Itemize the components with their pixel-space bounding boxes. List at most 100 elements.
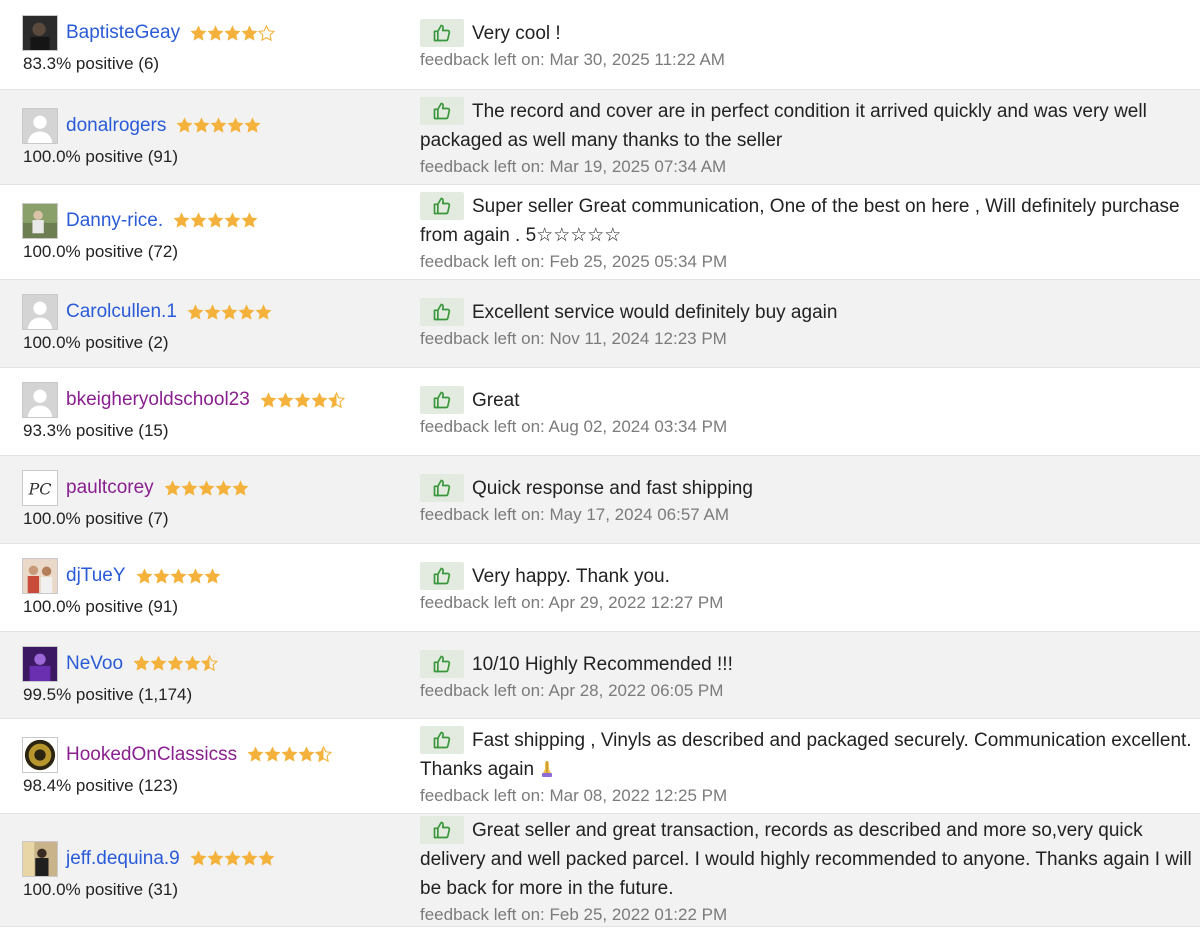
positive-percentage: 100.0% positive (72)	[23, 241, 178, 261]
star-icon	[184, 655, 201, 671]
feedback-comment-text: 10/10 Highly Recommended !!!	[472, 653, 733, 675]
thumbs-up-icon	[420, 298, 464, 326]
feedback-user-block: BaptisteGeay 83.3% positive (6)	[22, 0, 402, 89]
user-line: djTueY	[22, 558, 402, 594]
feedback-user-block: HookedOnClassicss 98.4% positive (123)	[22, 719, 402, 813]
positive-percentage: 93.3% positive (15)	[23, 421, 169, 440]
feedback-comment: Great seller and great transaction, reco…	[420, 815, 1194, 903]
star-icon	[298, 746, 315, 762]
feedback-comment-text: Very cool !	[472, 23, 561, 44]
positive-percentage: 100.0% positive (7)	[23, 509, 169, 528]
star-icon	[327, 391, 345, 408]
feedback-user-block: jeff.dequina.9 100.0% positive (31)	[22, 814, 402, 926]
username-link[interactable]: Danny-rice.	[66, 210, 163, 232]
star-icon	[150, 655, 167, 671]
user-line: BaptisteGeay	[22, 15, 402, 51]
feedback-content: Excellent service would definitely buy a…	[420, 280, 1194, 367]
avatar[interactable]	[22, 107, 58, 144]
star-icon	[170, 567, 186, 584]
feedback-user-block: djTueY 100.0% positive (91)	[22, 544, 402, 631]
feedback-comment: Excellent service would definitely buy a…	[420, 298, 1194, 327]
feedback-row: PC paultcorey 100.0% positive (7) Quick …	[0, 456, 1200, 544]
rating-stars	[136, 567, 221, 585]
svg-text:PC: PC	[27, 480, 51, 499]
username-link[interactable]: HookedOnClassicss	[66, 744, 237, 766]
avatar[interactable]	[22, 736, 58, 773]
star-icon	[258, 850, 275, 866]
feedback-row: djTueY 100.0% positive (91) Very happy. …	[0, 544, 1200, 632]
username-link[interactable]: djTueY	[66, 565, 126, 587]
username-link[interactable]: jeff.dequina.9	[66, 848, 180, 870]
star-icon	[224, 24, 241, 41]
username-link[interactable]: Carolcullen.1	[66, 301, 177, 323]
positive-percentage: 83.3% positive (6)	[23, 54, 160, 73]
feedback-date: feedback left on: Mar 08, 2022 12:25 PM	[420, 786, 728, 805]
username-link[interactable]: BaptisteGeay	[66, 22, 180, 44]
username-link[interactable]: paultcorey	[66, 477, 154, 499]
feedback-row: HookedOnClassicss 98.4% positive (123) F…	[0, 719, 1200, 814]
feedback-date: feedback left on: May 17, 2024 06:57 AM	[420, 505, 730, 524]
feedback-row: Danny-rice. 100.0% positive (72) Super s…	[0, 185, 1200, 280]
feedback-row: NeVoo 99.5% positive (1,174) 10/10 Highl…	[0, 632, 1200, 719]
feedback-user-block: PC paultcorey 100.0% positive (7)	[22, 456, 402, 543]
feedback-content: Super seller Great communication, One of…	[420, 185, 1194, 279]
star-icon	[260, 391, 277, 408]
user-line: jeff.dequina.9	[22, 840, 402, 877]
feedback-row: jeff.dequina.9 100.0% positive (31) Grea…	[0, 814, 1200, 927]
star-icon	[215, 479, 232, 496]
feedback-user-block: NeVoo 99.5% positive (1,174)	[22, 632, 402, 718]
star-icon	[311, 391, 328, 408]
star-icon	[241, 850, 258, 866]
feedback-list: BaptisteGeay 83.3% positive (6) Very coo…	[0, 0, 1200, 927]
star-icon	[198, 479, 215, 496]
feedback-content: Great feedback left on: Aug 02, 2024 03:…	[420, 368, 1194, 455]
positive-percentage: 100.0% positive (2)	[23, 333, 169, 352]
thumbs-up-icon	[420, 726, 464, 754]
feedback-date: feedback left on: Mar 30, 2025 11:22 AM	[420, 50, 725, 69]
star-icon	[224, 212, 241, 228]
feedback-comment: Super seller Great communication, One of…	[420, 192, 1194, 250]
positive-percentage: 98.4% positive (123)	[23, 775, 178, 795]
avatar[interactable]	[22, 645, 58, 682]
rating-stars	[247, 746, 333, 763]
avatar[interactable]	[22, 202, 58, 239]
user-line: HookedOnClassicss	[22, 736, 402, 773]
star-icon	[187, 303, 204, 320]
avatar[interactable]	[22, 382, 58, 418]
user-line: NeVoo	[22, 645, 402, 682]
star-icon	[133, 655, 150, 671]
feedback-comment-text: Great	[472, 390, 520, 411]
star-icon	[238, 303, 255, 320]
avatar[interactable]	[22, 840, 58, 877]
thumbs-up-icon	[420, 97, 464, 125]
feedback-comment: Very cool !	[420, 19, 1194, 48]
avatar[interactable]	[22, 15, 58, 51]
feedback-row: bkeigheryoldschool23 93.3% positive (15)…	[0, 368, 1200, 456]
star-icon	[241, 212, 258, 228]
username-link[interactable]: donalrogers	[66, 115, 166, 137]
feedback-comment-text: Very happy. Thank you.	[472, 566, 670, 587]
feedback-comment: The record and cover are in perfect cond…	[420, 97, 1194, 155]
star-icon	[187, 567, 203, 584]
feedback-content: Very happy. Thank you. feedback left on:…	[420, 544, 1194, 631]
star-icon	[227, 117, 244, 133]
positive-percentage: 100.0% positive (91)	[23, 597, 178, 616]
feedback-row: Carolcullen.1 100.0% positive (2) Excell…	[0, 280, 1200, 368]
star-icon	[244, 117, 261, 133]
thumbs-up-icon	[420, 815, 464, 844]
avatar[interactable]	[22, 294, 58, 330]
feedback-date: feedback left on: Mar 19, 2025 07:34 AM	[420, 157, 727, 176]
thumbs-up-icon	[420, 562, 464, 590]
feedback-row: BaptisteGeay 83.3% positive (6) Very coo…	[0, 0, 1200, 90]
username-link[interactable]: bkeigheryoldschool23	[66, 389, 250, 411]
feedback-comment: Great	[420, 386, 1194, 415]
feedback-comment: Quick response and fast shipping	[420, 474, 1194, 503]
star-icon	[164, 479, 181, 496]
rating-stars	[164, 479, 249, 497]
star-icon	[221, 303, 238, 320]
avatar[interactable]: PC	[22, 470, 58, 506]
username-link[interactable]: NeVoo	[66, 653, 123, 675]
avatar[interactable]	[22, 558, 58, 594]
rating-stars	[260, 391, 345, 409]
pray-icon	[538, 758, 556, 778]
